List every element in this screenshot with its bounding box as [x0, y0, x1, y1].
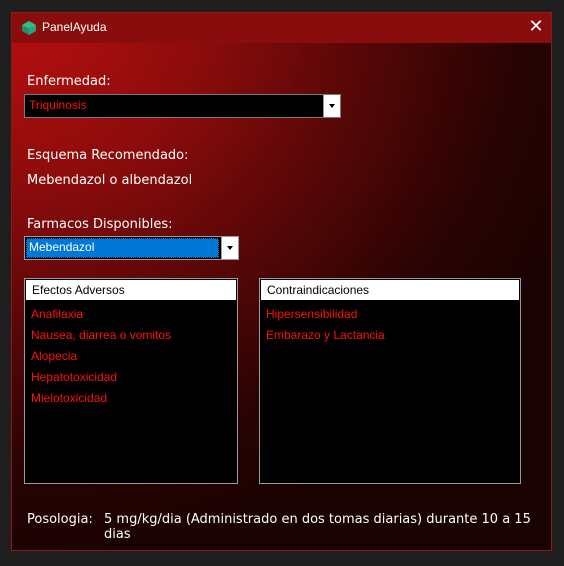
list-item[interactable]: Embarazo y Lactancia [266, 328, 385, 342]
contraindicaciones-list[interactable]: Contraindicaciones Hipersensibilidad Emb… [259, 278, 521, 484]
list-item[interactable]: Hepatotoxicidad [31, 370, 117, 384]
title-bar[interactable]: PanelAyuda ✕ [12, 13, 551, 43]
contra-header[interactable]: Contraindicaciones [261, 280, 519, 300]
posologia-label: Posologia: [27, 512, 93, 527]
app-logo-icon [22, 21, 36, 35]
farmacos-dropdown[interactable]: Mebendazol [24, 236, 239, 260]
list-item[interactable]: Nausea, diarrea o vomitos [31, 328, 171, 342]
posologia-value: 5 mg/kg/dia (Administrado en dos tomas d… [104, 512, 531, 542]
farmacos-label: Farmacos Disponibles: [27, 217, 173, 232]
chevron-down-icon[interactable] [221, 237, 238, 259]
close-icon[interactable]: ✕ [521, 13, 551, 43]
panel-ayuda-window: PanelAyuda ✕ Enfermedad: Triquinosis Esq… [11, 12, 552, 551]
list-item[interactable]: Mielotoxicidad [31, 391, 107, 405]
efectos-adversos-list[interactable]: Efectos Adversos Anafilaxia Nausea, diar… [24, 278, 238, 484]
window-title: PanelAyuda [42, 20, 107, 34]
efectos-header[interactable]: Efectos Adversos [26, 280, 236, 300]
chevron-down-icon[interactable] [323, 95, 340, 117]
farmacos-selected: Mebendazol [29, 240, 95, 254]
esquema-value: Mebendazol o albendazol [27, 173, 193, 188]
list-item[interactable]: Anafilaxia [31, 307, 83, 321]
list-item[interactable]: Hipersensibilidad [266, 307, 357, 321]
enfermedad-dropdown[interactable]: Triquinosis [24, 94, 341, 118]
enfermedad-selected: Triquinosis [29, 98, 87, 112]
list-item[interactable]: Alopecia [31, 349, 77, 363]
esquema-label: Esquema Recomendado: [27, 148, 189, 163]
enfermedad-label: Enfermedad: [27, 74, 111, 89]
